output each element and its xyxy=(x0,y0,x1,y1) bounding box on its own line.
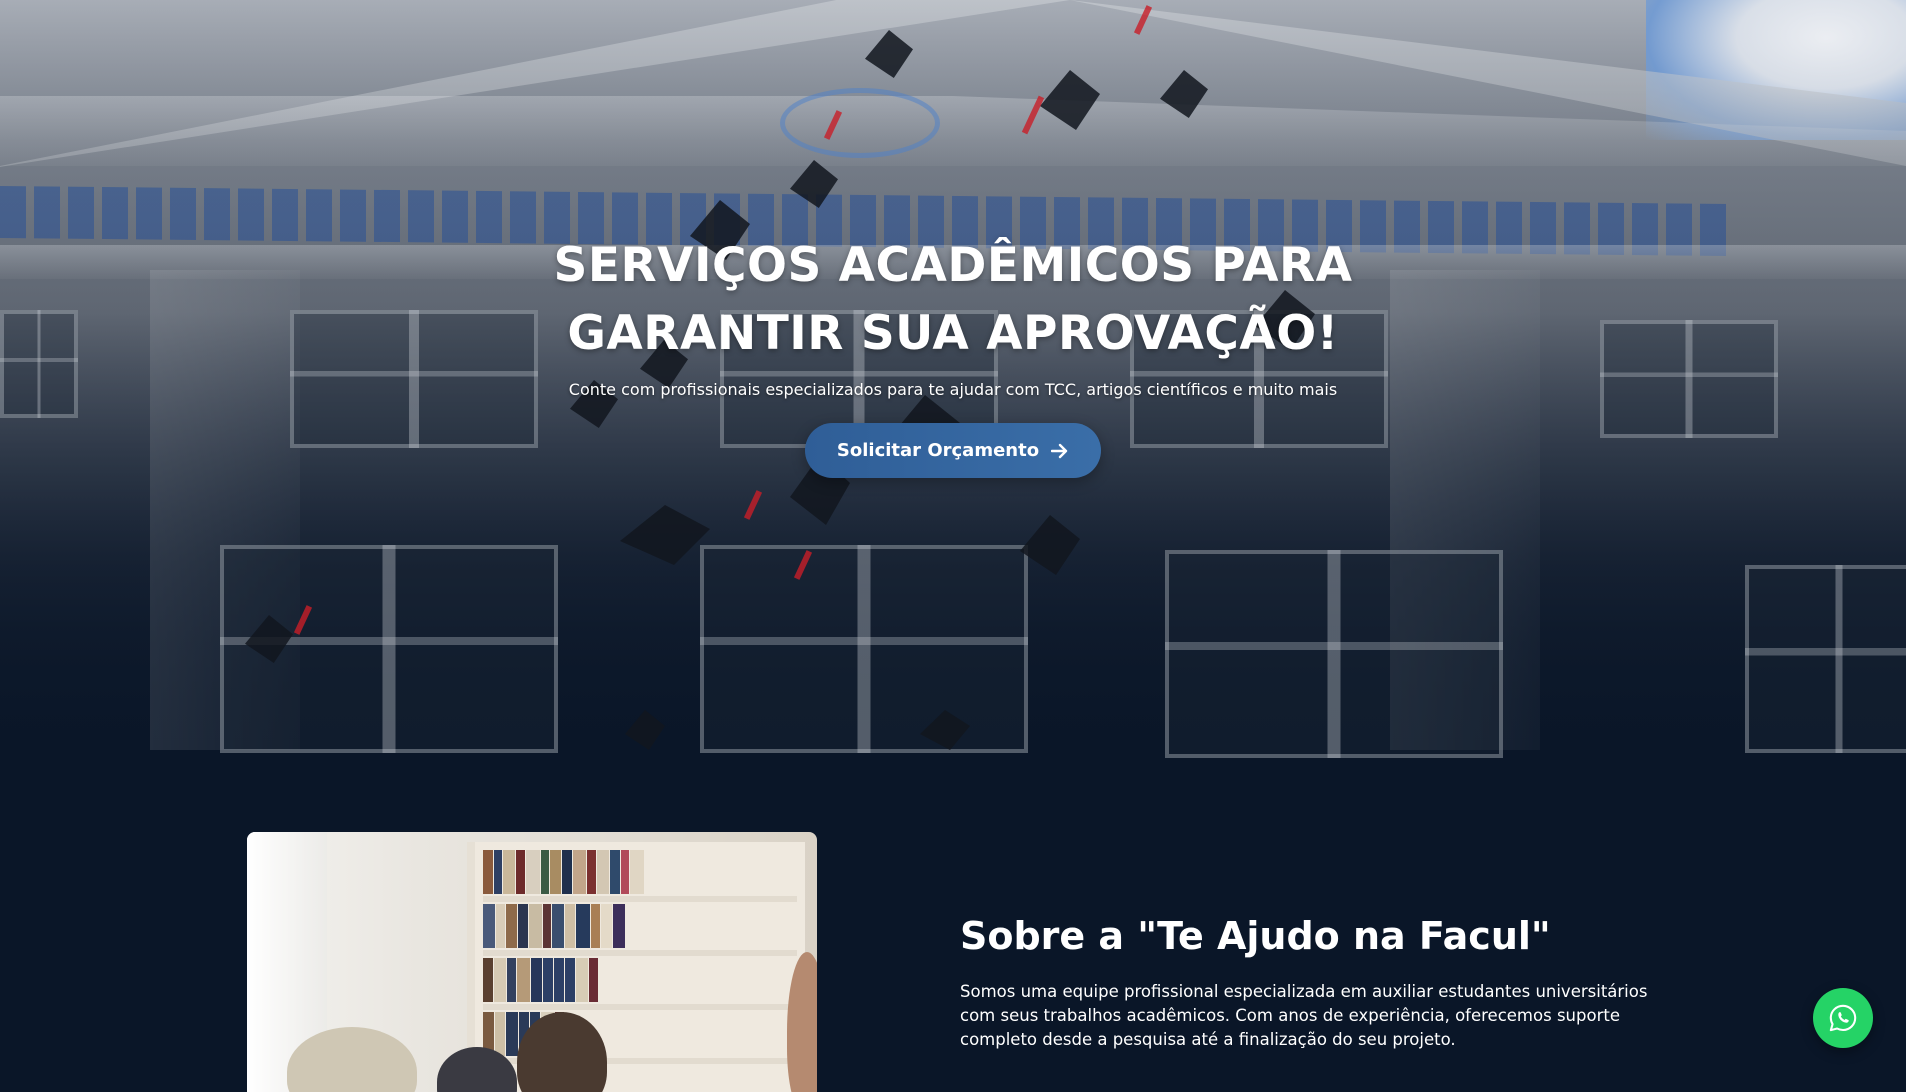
hero-title-line1: SERVIÇOS ACADÊMICOS PARA xyxy=(553,238,1353,293)
hero-title: SERVIÇOS ACADÊMICOS PARA GARANTIR SUA AP… xyxy=(523,232,1383,368)
arrow-right-icon xyxy=(1051,443,1068,458)
hero-background-window xyxy=(700,545,1028,753)
hero-background-window xyxy=(1745,565,1906,753)
hero-section: SERVIÇOS ACADÊMICOS PARA GARANTIR SUA AP… xyxy=(0,0,1906,780)
about-section: Sobre a "Te Ajudo na Facul" Somos uma eq… xyxy=(960,910,1680,1052)
hero-subtitle: Conte com profissionais especializados p… xyxy=(568,380,1338,399)
whatsapp-icon xyxy=(1829,1004,1857,1032)
graduation-cap-icon xyxy=(1020,515,1080,575)
graduation-cap-icon xyxy=(625,710,665,750)
whatsapp-button[interactable] xyxy=(1813,988,1873,1048)
hero-background-window xyxy=(1165,550,1503,758)
shelf-row xyxy=(483,904,797,956)
about-paragraph: Somos uma equipe profissional especializ… xyxy=(960,982,1648,1049)
shelf-row xyxy=(483,958,797,1010)
hero-content: SERVIÇOS ACADÊMICOS PARA GARANTIR SUA AP… xyxy=(0,232,1906,478)
tassel-decoration xyxy=(743,490,763,520)
request-quote-label: Solicitar Orçamento xyxy=(836,440,1040,461)
hero-title-line2: GARANTIR SUA APROVAÇÃO! xyxy=(567,306,1339,361)
graduation-cap-icon xyxy=(865,30,913,78)
graduation-cap-icon xyxy=(620,505,710,565)
shelf-row xyxy=(483,850,797,902)
about-title: Sobre a "Te Ajudo na Facul" xyxy=(960,914,1551,958)
request-quote-button[interactable]: Solicitar Orçamento xyxy=(804,423,1102,478)
about-photo xyxy=(247,832,817,1092)
hero-background-emblem xyxy=(780,88,940,158)
